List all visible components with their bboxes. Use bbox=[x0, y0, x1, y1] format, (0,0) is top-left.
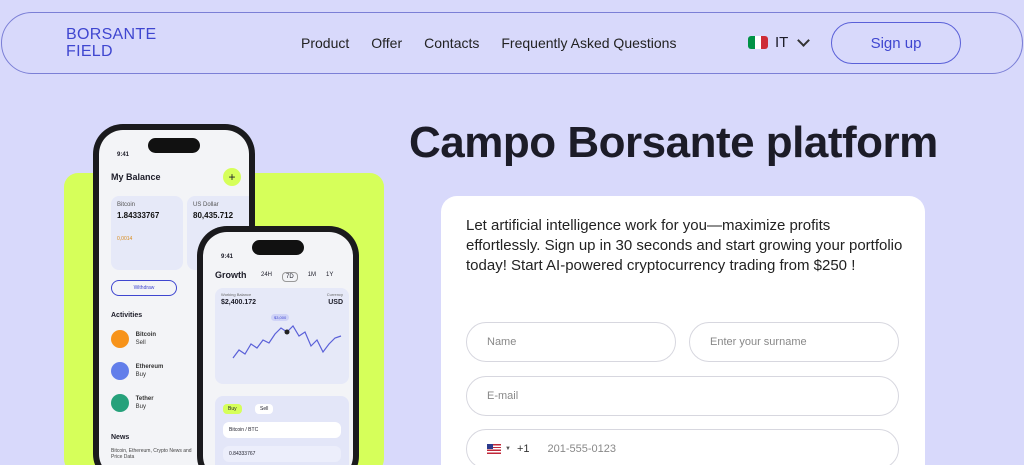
bitcoin-label: Bitcoin bbox=[117, 202, 136, 208]
phone-screen: 9:41 Growth 24H 7D 1M 1Y Working Balance… bbox=[203, 232, 353, 465]
activity-item: Tether Buy bbox=[111, 394, 154, 412]
activity-action: Buy bbox=[135, 403, 147, 410]
plus-icon: + bbox=[223, 168, 241, 186]
nav-link-offer[interactable]: Offer bbox=[371, 35, 402, 51]
signup-button[interactable]: Sign up bbox=[831, 22, 961, 64]
intro-text: Let artificial intelligence work for you… bbox=[466, 217, 903, 274]
surname-input[interactable]: Enter your surname bbox=[689, 322, 899, 362]
site-header: BORSANTE FIELD Product Offer Contacts Fr… bbox=[1, 12, 1023, 74]
language-selector[interactable]: IT bbox=[748, 34, 811, 51]
activity-name: Ethereum bbox=[135, 363, 164, 370]
us-flag-icon[interactable] bbox=[487, 444, 501, 454]
activity-name: Tether bbox=[135, 395, 154, 402]
logo-line-1: BORSANTE bbox=[66, 26, 157, 43]
tab-1m: 1M bbox=[307, 272, 317, 278]
usd-label: US Dollar bbox=[193, 202, 219, 208]
activity-action: Sell bbox=[135, 339, 146, 346]
activity-name: Bitcoin bbox=[135, 331, 157, 338]
logo-line-2: FIELD bbox=[66, 43, 113, 60]
page-title: Campo Borsante platform bbox=[409, 118, 938, 167]
nav-link-product[interactable]: Product bbox=[301, 35, 349, 51]
pair-select: Bitcoin / BTC bbox=[223, 422, 341, 438]
activity-item: Ethereum Buy bbox=[111, 362, 163, 380]
email-input[interactable]: E-mail bbox=[466, 376, 899, 416]
activity-item: Bitcoin Sell bbox=[111, 330, 156, 348]
tab-1y: 1Y bbox=[326, 272, 334, 278]
usd-value: 80,435.712 bbox=[193, 211, 234, 220]
buy-toggle: Buy bbox=[223, 404, 242, 414]
growth-title: Growth bbox=[215, 270, 247, 280]
sell-toggle: Sell bbox=[255, 404, 274, 414]
amount-field: 0.84333767 bbox=[223, 446, 341, 462]
bitcoin-value: 1.84333767 bbox=[117, 211, 160, 220]
nav-link-contacts[interactable]: Contacts bbox=[424, 35, 479, 51]
activities-heading: Activities bbox=[111, 312, 143, 319]
italy-flag-icon bbox=[748, 36, 768, 49]
phone-notch bbox=[252, 240, 304, 255]
balance-title: My Balance bbox=[111, 172, 161, 182]
status-time: 9:41 bbox=[221, 254, 234, 260]
bitcoin-change: 0,0014 bbox=[117, 236, 133, 242]
phone-mockup-growth: 9:41 Growth 24H 7D 1M 1Y Working Balance… bbox=[197, 226, 359, 465]
activity-action: Buy bbox=[135, 371, 147, 378]
candlestick-graph bbox=[232, 325, 342, 359]
caret-down-icon[interactable]: ▼ bbox=[505, 446, 511, 452]
bitcoin-card: Bitcoin 1.84333767 0,0014 bbox=[111, 196, 183, 270]
news-text: Bitcoin, Ethereum, Crypto News and Price… bbox=[111, 448, 192, 460]
name-input[interactable]: Name bbox=[466, 322, 676, 362]
phone-placeholder: 201-555-0123 bbox=[547, 443, 617, 455]
withdraw-button: Withdraw bbox=[111, 280, 177, 296]
ethereum-icon bbox=[111, 362, 129, 380]
trade-panel: Buy Sell Bitcoin / BTC 0.84333767 bbox=[215, 396, 349, 465]
tab-7d: 7D bbox=[282, 272, 298, 282]
news-heading: News bbox=[111, 434, 130, 441]
nav-link-faq[interactable]: Frequently Asked Questions bbox=[501, 35, 676, 51]
main-nav: Product Offer Contacts Frequently Asked … bbox=[301, 35, 676, 51]
growth-chart: Working Balance $2,400.172 Currency USD … bbox=[215, 288, 349, 384]
tab-24h: 24H bbox=[261, 272, 273, 278]
bitcoin-icon bbox=[111, 330, 129, 348]
chevron-down-icon bbox=[797, 34, 811, 47]
signup-form-card: Let artificial intelligence work for you… bbox=[441, 196, 925, 465]
phone-input[interactable]: ▼ +1 201-555-0123 bbox=[466, 429, 899, 465]
logo[interactable]: BORSANTE FIELD bbox=[66, 26, 156, 60]
dial-code: +1 bbox=[516, 443, 530, 455]
language-code: IT bbox=[775, 34, 789, 51]
status-time: 9:41 bbox=[117, 152, 130, 158]
period-tabs: 24H 7D 1M 1Y bbox=[261, 272, 333, 282]
phone-notch bbox=[148, 138, 200, 153]
tether-icon bbox=[111, 394, 129, 412]
